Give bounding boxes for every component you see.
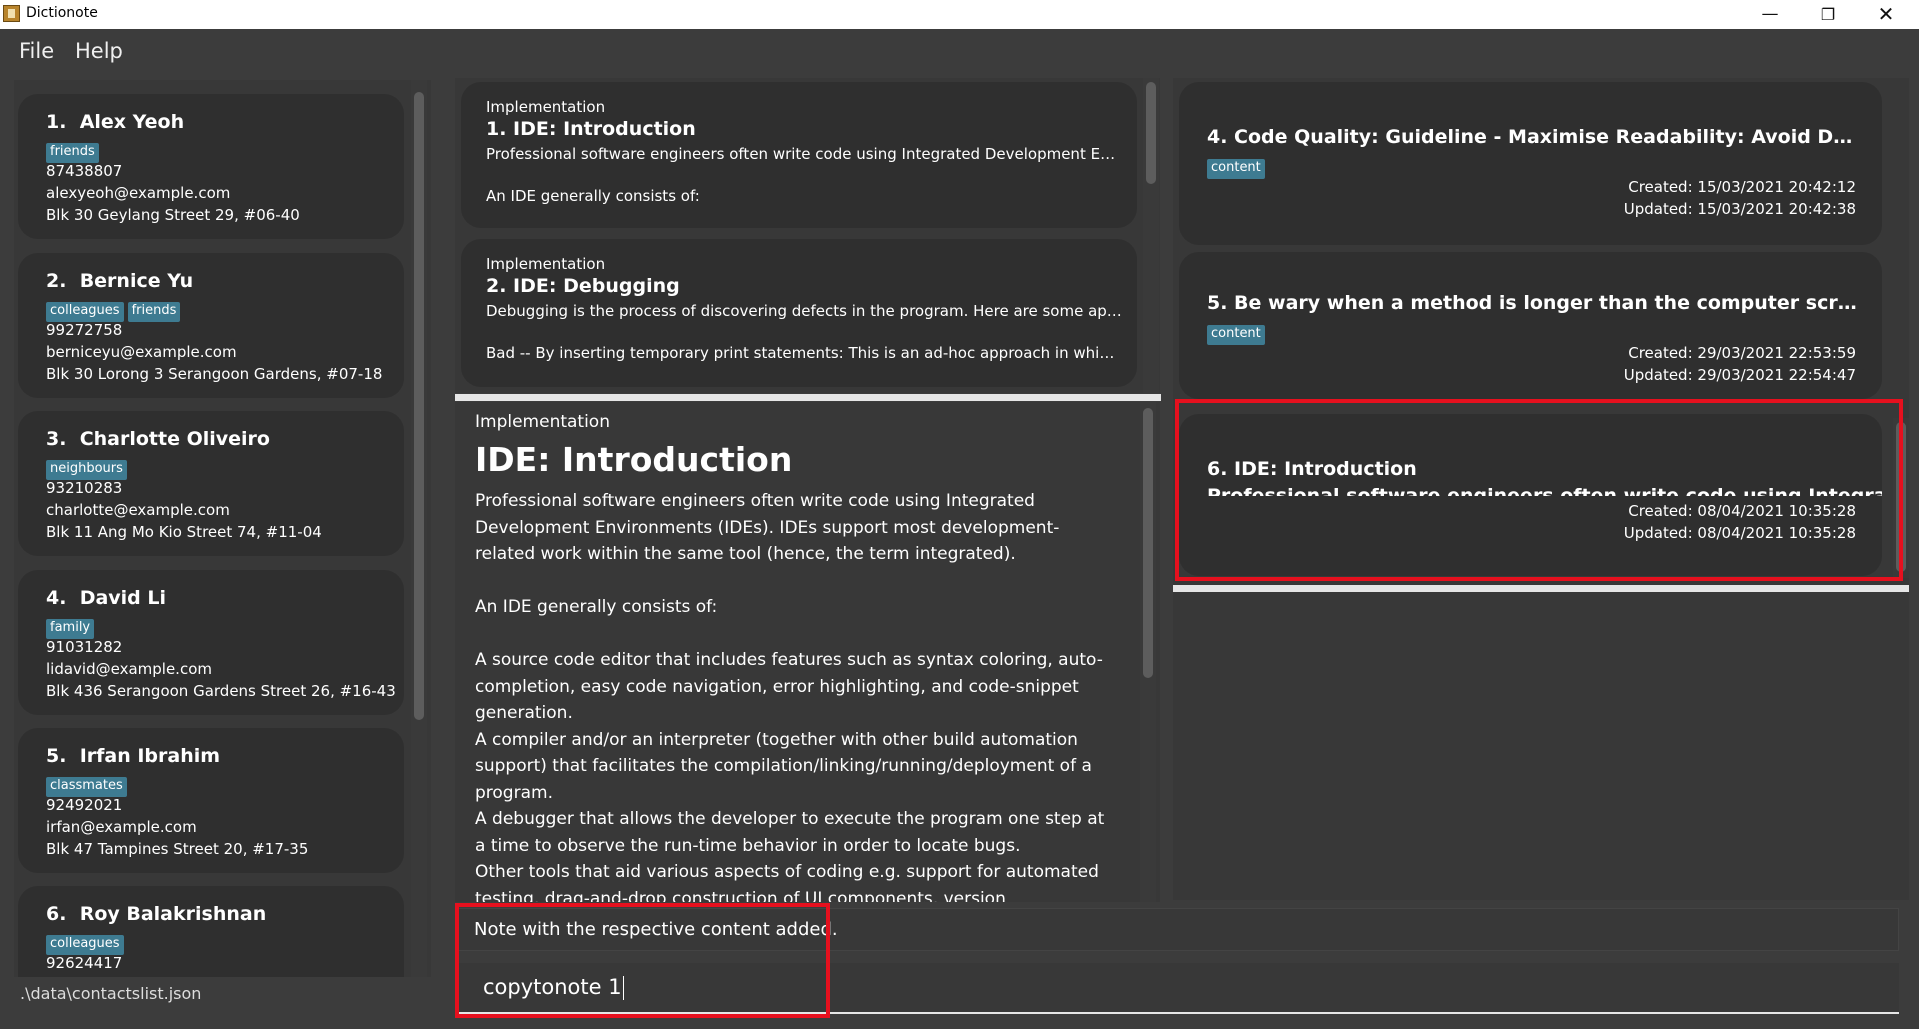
close-icon[interactable]: ✕ xyxy=(1857,0,1915,29)
note-preview: An IDE generally consists of: xyxy=(486,187,700,205)
window-title: Dictionote xyxy=(26,5,98,21)
note-title: 1. IDE: Introduction xyxy=(486,118,696,140)
contact-address: Blk 47 Tampines Street 20, #17-35 xyxy=(46,840,309,858)
contacts-scroll-thumb[interactable] xyxy=(414,92,424,720)
contact-phone: 93210283 xyxy=(46,479,123,497)
note-content-scrollbar[interactable] xyxy=(1140,402,1156,902)
contact-card[interactable]: 4. David Li family 91031282 lidavid@exam… xyxy=(18,570,404,715)
note-tag: Implementation xyxy=(486,255,606,273)
note-preview: Professional software engineers often wr… xyxy=(486,145,1122,163)
notes-list-scroll-thumb[interactable] xyxy=(1146,82,1156,184)
note-content-title: IDE: Introduction xyxy=(475,440,793,479)
created-date: Created: 29/03/2021 22:53:59 xyxy=(1628,344,1856,362)
contact-card[interactable]: 2. Bernice Yu colleagues friends 99272758… xyxy=(18,253,404,398)
contact-phone: 92624417 xyxy=(46,954,123,972)
note-card[interactable]: Implementation 1. IDE: Introduction Prof… xyxy=(461,82,1137,228)
note-title: 2. IDE: Debugging xyxy=(486,275,680,297)
note-content-panel: Implementation IDE: Introduction Profess… xyxy=(455,402,1160,902)
right-note-title: 4. Code Quality: Guideline - Maximise Re… xyxy=(1207,126,1857,148)
right-panel-divider[interactable] xyxy=(1173,585,1909,592)
contact-card[interactable]: 6. Roy Balakrishnan colleagues 92624417 xyxy=(18,886,404,977)
note-content-tag: Implementation xyxy=(475,412,610,432)
contact-email: lidavid@example.com xyxy=(46,660,212,678)
notes-list-scrollbar[interactable] xyxy=(1143,78,1159,393)
contact-phone: 87438807 xyxy=(46,162,123,180)
right-note-title: 5. Be wary when a method is longer than … xyxy=(1207,292,1857,314)
right-note-tag: content xyxy=(1207,159,1265,179)
contact-phone: 91031282 xyxy=(46,638,123,656)
right-note-card[interactable]: 5. Be wary when a method is longer than … xyxy=(1179,252,1882,399)
contact-email: charlotte@example.com xyxy=(46,501,230,519)
contact-card[interactable]: 3. Charlotte Oliveiro neighbours 9321028… xyxy=(18,411,404,556)
updated-date: Updated: 15/03/2021 20:42:38 xyxy=(1623,200,1856,218)
contact-name: 5. Irfan Ibrahim xyxy=(46,745,221,767)
title-bar: Dictionote — ❐ ✕ xyxy=(0,0,1919,29)
restore-icon[interactable]: ❐ xyxy=(1799,0,1857,29)
highlight-box xyxy=(1175,399,1903,581)
contact-tag: friends xyxy=(127,302,181,322)
contact-name: 1. Alex Yeoh xyxy=(46,111,185,133)
contact-address: Blk 30 Geylang Street 29, #06-40 xyxy=(46,206,300,224)
contact-card[interactable]: 1. Alex Yeoh friends 87438807 alexyeoh@e… xyxy=(18,94,404,239)
contacts-list[interactable]: 1. Alex Yeoh friends 87438807 alexyeoh@e… xyxy=(14,80,431,977)
contacts-scrollbar[interactable] xyxy=(411,80,427,977)
contact-name: 6. Roy Balakrishnan xyxy=(46,903,267,925)
highlight-box xyxy=(455,903,830,1018)
note-content-scroll-thumb[interactable] xyxy=(1143,408,1153,678)
contact-email: alexyeoh@example.com xyxy=(46,184,231,202)
right-note-card[interactable]: 4. Code Quality: Guideline - Maximise Re… xyxy=(1179,82,1882,245)
contact-name: 2. Bernice Yu xyxy=(46,270,194,292)
note-preview: Debugging is the process of discovering … xyxy=(486,302,1122,320)
contact-email: berniceyu@example.com xyxy=(46,343,237,361)
note-content-body: Professional software engineers often wr… xyxy=(475,491,1105,902)
contact-address: Blk 30 Lorong 3 Serangoon Gardens, #07-1… xyxy=(46,365,383,383)
panel-divider[interactable] xyxy=(455,394,1161,401)
note-card[interactable]: Implementation 2. IDE: Debugging Debuggi… xyxy=(461,239,1137,387)
note-preview: Bad -- By inserting temporary print stat… xyxy=(486,344,1122,362)
contact-address: Blk 436 Serangoon Gardens Street 26, #16… xyxy=(46,682,396,700)
menu-bar: File Help xyxy=(0,29,1919,75)
minimize-icon[interactable]: — xyxy=(1741,0,1799,29)
created-date: Created: 15/03/2021 20:42:12 xyxy=(1628,178,1856,196)
notes-list[interactable]: Implementation 1. IDE: Introduction Prof… xyxy=(455,78,1160,393)
updated-date: Updated: 29/03/2021 22:54:47 xyxy=(1623,366,1856,384)
contact-address: Blk 11 Ang Mo Kio Street 74, #11-04 xyxy=(46,523,322,541)
contacts-file-path: .\data\contactslist.json xyxy=(20,984,202,1003)
menu-help[interactable]: Help xyxy=(75,39,123,63)
app-book-icon xyxy=(3,5,20,22)
contact-name: 4. David Li xyxy=(46,587,167,609)
note-tag: Implementation xyxy=(486,98,606,116)
right-note-tag: content xyxy=(1207,325,1265,345)
contact-card[interactable]: 5. Irfan Ibrahim classmates 92492021 irf… xyxy=(18,728,404,873)
contact-phone: 99272758 xyxy=(46,321,123,339)
menu-file[interactable]: File xyxy=(19,39,54,63)
contact-name: 3. Charlotte Oliveiro xyxy=(46,428,270,450)
contact-email: irfan@example.com xyxy=(46,818,197,836)
contact-phone: 92492021 xyxy=(46,796,123,814)
